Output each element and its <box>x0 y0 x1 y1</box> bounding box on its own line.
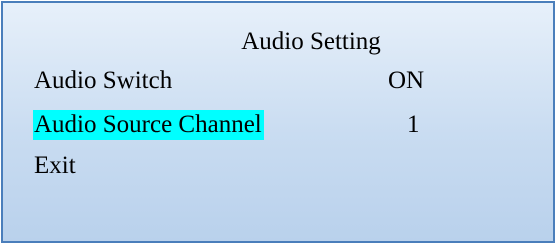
audio-source-channel-value: 1 <box>407 111 420 138</box>
audio-switch-value: ON <box>388 67 425 94</box>
menu-item-label: Exit <box>34 152 76 179</box>
menu-item-audio-source-channel[interactable]: Audio Source Channel 1 <box>33 110 453 140</box>
menu-item-label: Audio Source Channel <box>33 110 264 140</box>
menu-item-audio-switch[interactable]: Audio Switch ON <box>33 66 453 96</box>
menu-item-exit[interactable]: Exit <box>33 151 133 181</box>
menu-title: Audio Setting <box>241 28 381 55</box>
menu-item-label: Audio Switch <box>34 67 173 94</box>
audio-setting-menu: Audio Setting Audio Switch ON Audio Sour… <box>1 1 555 243</box>
